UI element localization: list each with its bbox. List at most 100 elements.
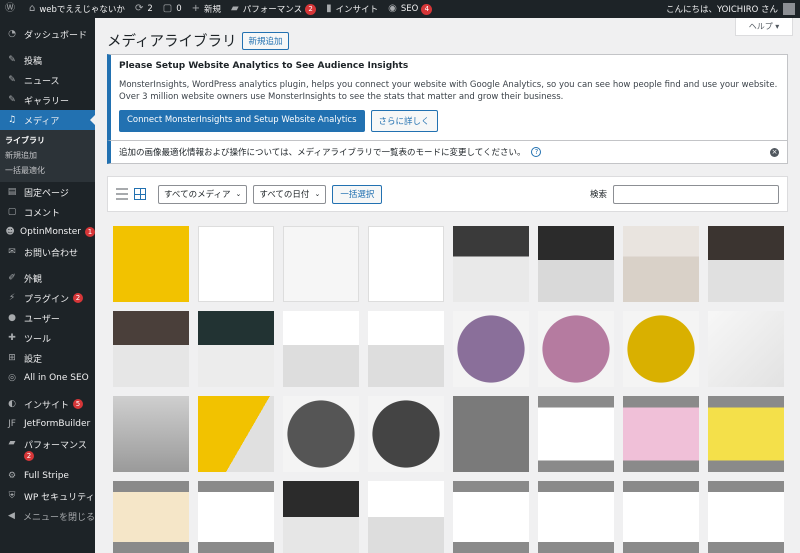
media-thumbnail[interactable] [623,481,699,553]
sidebar-item-label: 設定 [24,354,43,365]
media-thumbnail[interactable] [283,481,359,553]
plus-icon: + [191,3,201,14]
media-thumbnail[interactable] [453,396,529,472]
date-filter[interactable]: すべての日付 ⌄ [253,184,327,204]
wp-logo-menu[interactable]: Ⓦ [0,0,24,18]
add-new-button[interactable]: 新規追加 [242,31,289,50]
collapse-icon: ◀ [8,511,15,521]
wordpress-icon: Ⓦ [5,3,15,14]
insights-label: インサイト [335,5,379,15]
media-thumbnail[interactable] [538,396,614,472]
sidebar-item-pages[interactable]: ▤ 固定ページ [0,182,95,202]
new-content-menu[interactable]: + 新規 [187,0,226,18]
media-thumbnail[interactable] [113,481,189,553]
media-thumbnail[interactable] [283,311,359,387]
sidebar-item-gallery[interactable]: ✎ ギャラリー [0,90,95,110]
sidebar-item-label: Full Stripe [24,471,69,481]
sidebar-item-optinmonster[interactable]: ☻ OptinMonster 1 [0,222,95,242]
sidebar-item-users[interactable]: ● ユーザー [0,308,95,328]
sidebar-item-media[interactable]: ♫ メディア [0,110,95,130]
media-thumbnail[interactable] [708,481,784,553]
sidebar-item-contact[interactable]: ✉ お問い合わせ [0,242,95,262]
sidebar-item-label: お問い合わせ [24,248,79,259]
submenu-bulk-optimize[interactable]: 一括最適化 [0,163,95,178]
media-thumbnail[interactable] [623,311,699,387]
media-submenu: ライブラリ 新規追加 一括最適化 [0,130,95,182]
sidebar-item-wpsecurity[interactable]: ⛨ WP セキュリティ [0,486,95,506]
media-thumbnail[interactable] [283,396,359,472]
media-thumbnail[interactable] [538,311,614,387]
admin-bar: Ⓦ ⌂ webでええじゃないか ⟳ 2 ▢ 0 + 新規 ▰ パフォーマンス 2 ▮ インサイ… [0,0,800,18]
pin-icon: ✎ [8,75,16,85]
sidebar-item-fullstripe[interactable]: ⚙ Full Stripe [0,466,95,486]
sidebar-item-plugins[interactable]: ⚡ プラグイン 2 [0,288,95,308]
performance-badge: 2 [305,3,317,15]
plugin-icon: ⚡ [8,293,16,303]
media-thumbnail[interactable] [368,226,444,302]
media-thumbnail[interactable] [113,396,189,472]
account-menu[interactable]: こんにちは、YOICHIRO さん [661,0,800,18]
sidebar-item-posts[interactable]: ✎ 投稿 [0,50,95,70]
site-name-menu[interactable]: ⌂ webでええじゃないか [24,0,130,18]
media-thumbnail[interactable] [538,226,614,302]
media-thumbnail[interactable] [538,481,614,553]
sidebar-item-label: OptinMonster [20,227,81,237]
media-thumbnail[interactable] [623,226,699,302]
sidebar-item-comments[interactable]: ▢ コメント [0,202,95,222]
media-thumbnail[interactable] [453,311,529,387]
sidebar-item-news[interactable]: ✎ ニュース [0,70,95,90]
media-thumbnail[interactable] [198,396,274,472]
media-thumbnail[interactable] [198,311,274,387]
date-filter-value: すべての日付 [259,190,310,200]
updates-menu[interactable]: ⟳ 2 [130,0,158,18]
media-thumbnail[interactable] [708,311,784,387]
media-thumbnail[interactable] [198,226,274,302]
media-thumbnail[interactable] [708,226,784,302]
sidebar-item-label: 外観 [24,274,43,285]
insights-menu[interactable]: ▮ インサイト [321,0,383,18]
sidebar-item-jetformbuilder[interactable]: JF JetFormBuilder [0,414,95,434]
search-input[interactable] [613,184,779,204]
optinmonster-badge: 1 [85,227,95,237]
seo-label: SEO [400,4,419,14]
media-thumbnail[interactable] [283,226,359,302]
sidebar-item-insights[interactable]: ◐ インサイト 5 [0,394,95,414]
sidebar-item-appearance[interactable]: ✐ 外観 [0,268,95,288]
sidebar-item-label: ユーザー [24,314,60,325]
media-thumbnail[interactable] [623,396,699,472]
help-icon[interactable]: ? [531,147,542,157]
learn-more-button[interactable]: さらに詳しく [370,110,438,132]
media-thumbnail[interactable] [368,481,444,553]
submenu-library[interactable]: ライブラリ [0,133,95,148]
media-thumbnail[interactable] [368,311,444,387]
comments-menu[interactable]: ▢ 0 [158,0,187,18]
sidebar-item-dashboard[interactable]: ◔ ダッシュボード [0,24,95,44]
media-thumbnail[interactable] [113,311,189,387]
chevron-down-icon: ⌄ [314,190,321,198]
admin-sidebar: ◔ ダッシュボード ✎ 投稿 ✎ ニュース ✎ ギャラリー ♫ メディア ライブラリ 新規… [0,18,95,553]
bulk-select-button[interactable]: 一括選択 [332,184,383,204]
sidebar-item-performance[interactable]: ▰ パフォーマンス 2 [0,434,95,466]
seo-menu[interactable]: ◉ SEO 4 [383,0,437,18]
dismiss-icon[interactable]: × [770,147,779,157]
media-thumbnail[interactable] [368,396,444,472]
media-thumbnail[interactable] [113,226,189,302]
grid-view-icon[interactable] [134,188,146,200]
sidebar-item-tools[interactable]: ✚ ツール [0,328,95,348]
submenu-add-new[interactable]: 新規追加 [0,148,95,163]
media-thumbnail[interactable] [453,481,529,553]
sidebar-item-settings[interactable]: ⊞ 設定 [0,348,95,368]
list-view-icon[interactable] [116,188,128,200]
media-thumbnail[interactable] [708,396,784,472]
media-type-filter[interactable]: すべてのメディア ⌄ [158,184,248,204]
help-tab[interactable]: ヘルプ ▾ [735,18,793,36]
comment-icon: ▢ [7,207,17,217]
performance-icon: ▰ [8,438,16,448]
title-row: メディアライブラリ 新規追加 [107,30,289,51]
connect-monsterinsights-button[interactable]: Connect MonsterInsights and Setup Websit… [119,110,365,132]
sidebar-item-aioseo[interactable]: ◎ All in One SEO [0,368,95,388]
media-thumbnail[interactable] [453,226,529,302]
media-thumbnail[interactable] [198,481,274,553]
collapse-menu-button[interactable]: ◀ メニューを閉じる [0,506,95,526]
performance-menu[interactable]: ▰ パフォーマンス 2 [226,0,321,18]
